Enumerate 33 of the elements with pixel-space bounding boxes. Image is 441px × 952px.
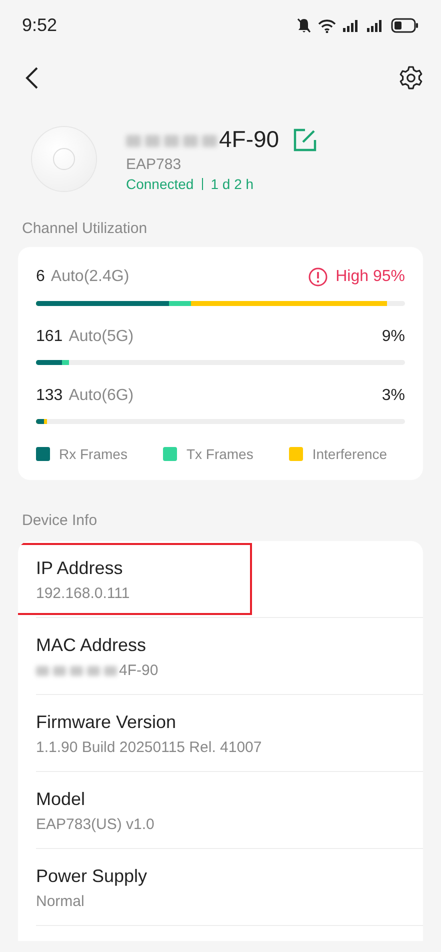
channel-number: 6 (36, 268, 45, 285)
info-value: Normal (36, 893, 86, 910)
band-label: Auto(5G) (68, 328, 134, 345)
info-label: Firmware Version (36, 712, 178, 733)
utilization-percent: 9% (382, 328, 405, 346)
section-title: Device Info (22, 512, 98, 529)
connection-status: Connected (126, 176, 194, 192)
device-model: EAP783 (126, 156, 182, 173)
utilization-percent: High 95% (336, 268, 405, 286)
legend-label: Interference (312, 446, 388, 462)
uptime: 1 d 2 h (210, 176, 254, 192)
battery-icon (391, 18, 419, 32)
band-label: Auto(6G) (68, 387, 134, 404)
info-value: 1.1.90 Build 20250115 Rel. 41007 (36, 739, 263, 756)
info-label: MAC Address (36, 635, 148, 656)
section-title: Channel Utilization (22, 220, 148, 237)
channel-number: 133 (36, 387, 63, 404)
info-label: Power Supply (36, 866, 148, 887)
info-value: 192.168.0.111 (36, 585, 131, 602)
info-value: EAP783(US) v1.0 (36, 816, 156, 833)
device-name: 4F-90 (126, 126, 280, 153)
edit-icon[interactable] (293, 128, 318, 152)
info-label: IP Address (36, 558, 124, 579)
channel-number: 161 (36, 328, 63, 345)
wifi-icon (317, 17, 337, 33)
utilization-percent: 3% (382, 387, 405, 405)
bell-muted-icon (297, 18, 311, 32)
legend-label: Rx Frames (59, 446, 128, 462)
info-value: 4F-90 (36, 662, 423, 679)
legend-label: Tx Frames (186, 446, 254, 462)
status-time: 9:52 (22, 14, 58, 36)
info-label: Model (36, 789, 86, 810)
band-label: Auto(2.4G) (50, 268, 130, 285)
